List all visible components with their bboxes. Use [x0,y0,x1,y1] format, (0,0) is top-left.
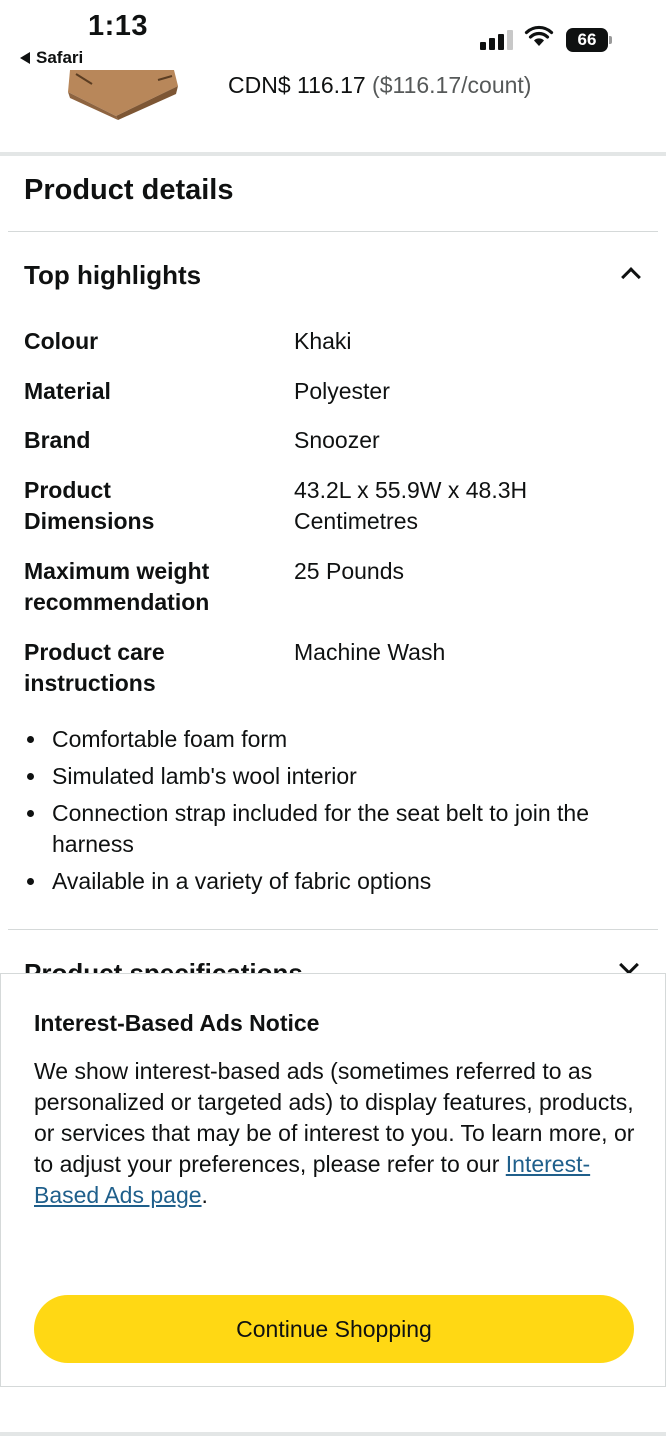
status-bar: 1:13 Safari 66 [0,0,666,70]
spec-label: Colour [24,328,99,354]
back-triangle-icon [20,52,30,64]
notice-body: We show interest-based ads (sometimes re… [34,1056,644,1211]
product-thumbnail[interactable] [62,70,182,120]
top-highlights-toggle[interactable]: Top highlights [24,260,201,291]
bullet-item: Simulated lamb's wool interior [24,761,644,792]
cellular-signal-icon [480,30,514,50]
spec-value: Polyester [294,378,390,404]
spec-value: 25 Pounds [294,558,404,584]
unit-price: ($116.17/count) [372,72,532,98]
back-to-app-button[interactable]: Safari [20,48,83,68]
chevron-up-icon[interactable] [621,267,641,287]
section-divider [0,152,666,156]
battery-icon: 66 [566,28,612,52]
highlight-bullets: Comfortable foam form Simulated lamb's w… [24,724,644,903]
spec-label: Maximum weight recommendation [24,558,210,615]
bullet-item: Connection strap included for the seat b… [24,798,644,860]
spec-label: Brand [24,427,91,453]
spec-label: Product Dimensions [24,477,155,534]
spec-value: Khaki [294,328,352,354]
wifi-icon [524,25,554,46]
notice-title: Interest-Based Ads Notice [34,1010,320,1036]
interest-ads-notice: Interest-Based Ads Notice We show intere… [0,973,666,1387]
price-line: CDN$ 116.17 ($116.17/count) [228,72,531,99]
chevron-down-icon[interactable] [619,955,639,975]
spec-label: Material [24,378,111,404]
bullet-item: Available in a variety of fabric options [24,866,644,897]
divider [8,929,658,930]
divider [8,231,658,232]
continue-shopping-button[interactable]: Continue Shopping [34,1295,634,1363]
back-app-label: Safari [36,48,84,67]
notice-text-end: . [201,1182,208,1208]
spec-label: Product care instructions [24,639,165,696]
battery-level: 66 [566,28,608,52]
spec-value: 43.2L x 55.9W x 48.3H Centimetres [294,477,528,534]
spec-value: Machine Wash [294,639,446,665]
spec-value: Snoozer [294,427,380,453]
status-time: 1:13 [88,10,149,42]
product-details-title: Product details [24,174,234,206]
bullet-item: Comfortable foam form [24,724,644,755]
product-page: 1:13 Safari 66 CDN$ 116.17 ($116.17/coun… [0,0,666,1440]
bottom-divider [0,1432,666,1436]
product-price: CDN$ 116.17 [228,72,366,98]
